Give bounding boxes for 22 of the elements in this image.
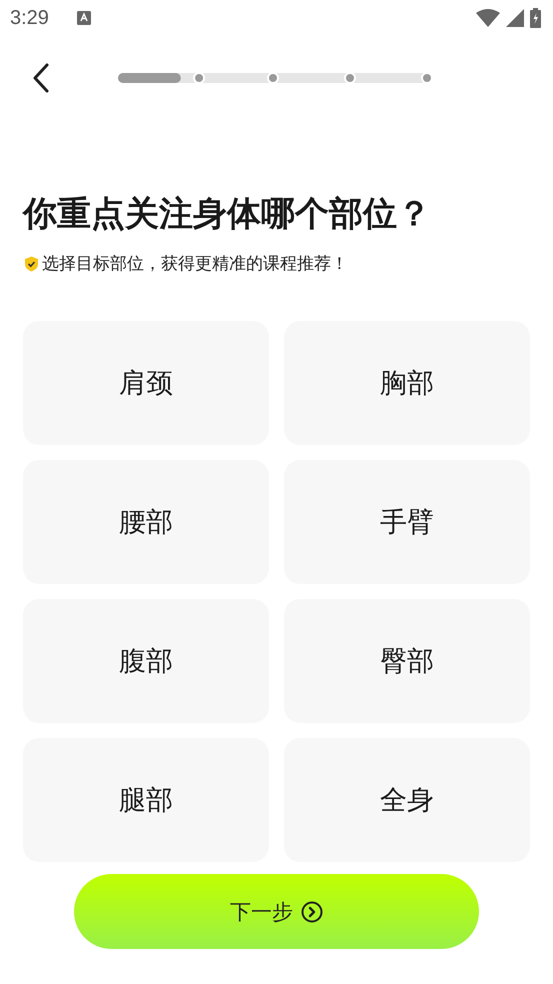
battery-icon	[530, 8, 541, 28]
step-dot	[267, 72, 279, 84]
body-part-option[interactable]: 腿部	[23, 738, 269, 862]
step-dot	[193, 72, 206, 84]
wifi-icon	[476, 9, 500, 27]
body-part-option[interactable]: 腰部	[23, 460, 269, 584]
shield-check-icon	[24, 256, 39, 272]
signal-icon	[506, 9, 524, 27]
status-time: 3:29	[10, 6, 49, 30]
keyboard-notification-icon	[76, 11, 91, 25]
question-title: 你重点关注身体哪个部位？	[23, 193, 432, 236]
next-button[interactable]: 下一步	[74, 874, 479, 949]
back-icon[interactable]	[32, 63, 50, 93]
chevron-circle-icon	[301, 900, 323, 922]
body-part-option[interactable]: 手臂	[284, 460, 530, 584]
body-part-option[interactable]: 肩颈	[23, 321, 269, 445]
subtitle: 选择目标部位，获得更精准的课程推荐！	[42, 253, 348, 275]
body-part-option[interactable]: 全身	[284, 738, 530, 862]
body-part-option[interactable]: 腹部	[23, 599, 269, 723]
body-part-option[interactable]: 臀部	[284, 599, 530, 723]
body-part-option[interactable]: 胸部	[284, 321, 530, 445]
step-dot	[344, 72, 356, 84]
